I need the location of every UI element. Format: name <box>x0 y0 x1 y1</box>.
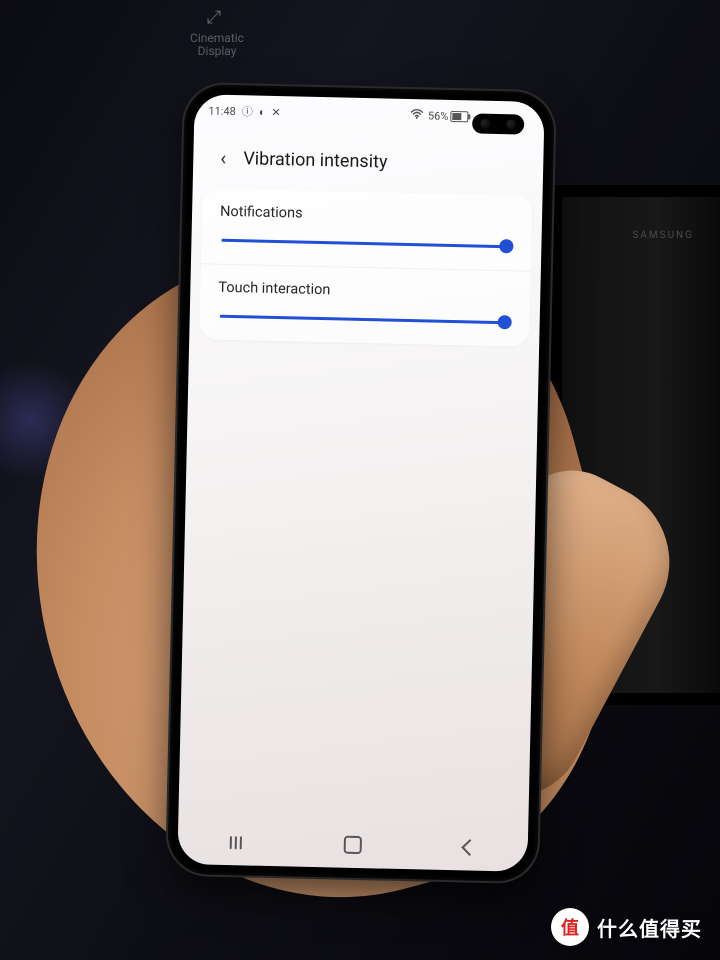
booth-sign-line1: Cinematic <box>190 31 244 45</box>
recents-icon <box>230 836 242 849</box>
watermark: 值 什么值得买 <box>551 908 702 946</box>
back-button[interactable]: ‹ <box>207 141 240 174</box>
wifi-icon <box>410 109 423 122</box>
phone-frame: 11:48 ⓘ ◐ ✕ 56% <box>167 84 555 882</box>
settings-card: Notifications Touch interaction <box>199 188 532 346</box>
setting-touch-interaction: Touch interaction <box>199 263 531 346</box>
notifications-slider[interactable] <box>219 232 513 255</box>
status-info-icon: ⓘ <box>242 103 253 119</box>
slider-track <box>220 315 508 324</box>
nav-back-button[interactable] <box>439 827 500 868</box>
chevron-left-icon <box>461 839 478 856</box>
status-left: 11:48 ⓘ ◐ ✕ <box>208 102 281 120</box>
battery-indicator: 56% <box>428 109 469 123</box>
recents-button[interactable] <box>206 822 267 863</box>
watermark-text: 什么值得买 <box>597 913 702 942</box>
slider-track <box>221 239 509 248</box>
battery-pct: 56% <box>428 109 449 122</box>
page-title: Vibration intensity <box>243 148 388 172</box>
status-right: 56% <box>410 109 469 123</box>
background-tablet <box>550 185 720 705</box>
slider-thumb[interactable] <box>498 315 512 329</box>
chevron-left-icon: ‹ <box>220 146 227 170</box>
booth-sign-line2: Display <box>198 44 237 58</box>
battery-icon <box>450 110 468 121</box>
page-header: ‹ Vibration intensity <box>193 134 544 188</box>
status-close-icon: ✕ <box>271 105 281 118</box>
slider-thumb[interactable] <box>499 239 513 253</box>
navigation-bar <box>177 818 528 872</box>
tablet-logo: SAMSUNG <box>632 230 694 241</box>
watermark-badge: 值 <box>551 908 589 946</box>
status-time: 11:48 <box>208 104 236 118</box>
phone-screen: 11:48 ⓘ ◐ ✕ 56% <box>177 94 544 872</box>
home-icon <box>344 836 362 854</box>
camera-cutout <box>472 113 524 134</box>
setting-label: Notifications <box>220 203 514 227</box>
booth-sign: ⤢ Cinematic Display <box>152 8 282 58</box>
setting-label: Touch interaction <box>218 279 512 303</box>
status-sync-icon: ◐ <box>259 105 266 118</box>
home-button[interactable] <box>322 824 383 865</box>
expand-icon: ⤢ <box>152 8 282 28</box>
setting-notifications: Notifications <box>201 188 533 270</box>
touch-interaction-slider[interactable] <box>218 308 512 331</box>
